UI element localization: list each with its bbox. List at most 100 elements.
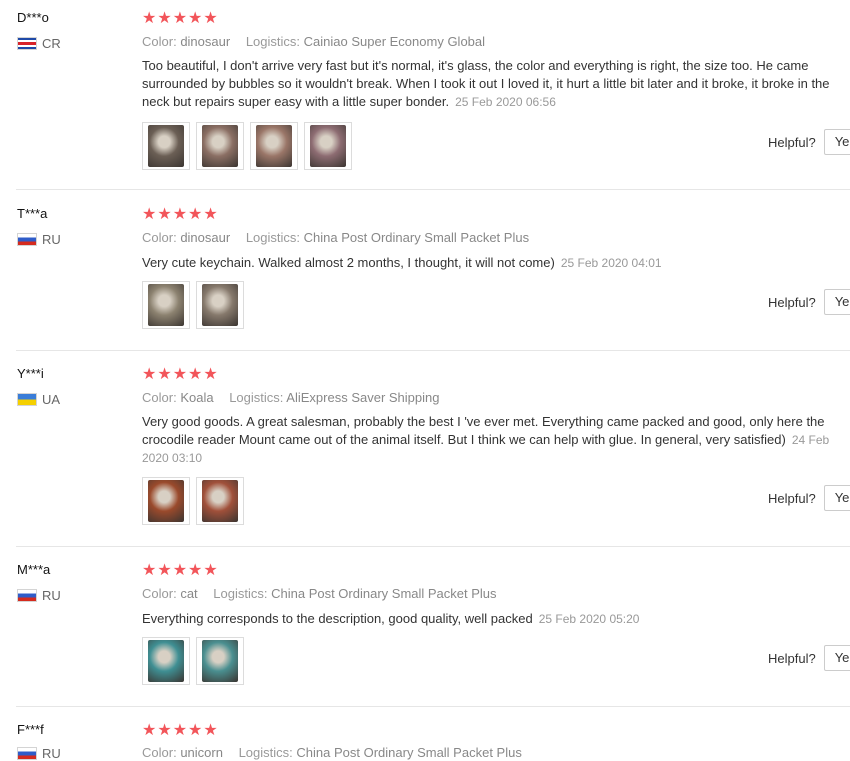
reviewer-name: F***f — [17, 722, 44, 737]
review-photo-thumbnail[interactable] — [196, 281, 244, 329]
star-rating: ★★★★★ — [142, 206, 219, 223]
country-code: RU — [42, 588, 61, 603]
photo-image — [148, 480, 184, 522]
logistics-value: Cainiao Super Economy Global — [303, 34, 486, 49]
color-value: unicorn — [180, 745, 223, 760]
star-rating: ★★★★★ — [142, 722, 219, 739]
helpful-label: Helpful? — [768, 134, 816, 150]
country-flag-icon — [17, 37, 37, 50]
logistics-label: Logistics: — [238, 745, 293, 760]
logistics-value: China Post Ordinary Small Packet Plus — [271, 586, 497, 601]
review-info: Color: dinosaur Logistics: China Post Or… — [142, 230, 541, 245]
review-photo-thumbnail[interactable] — [142, 477, 190, 525]
star-rating: ★★★★★ — [142, 562, 219, 579]
reviewer-country: CR — [17, 36, 61, 51]
reviewer-name: Y***i — [17, 366, 44, 381]
review-date: 25 Feb 2020 05:20 — [538, 612, 640, 626]
helpful-section: Helpful? Ye — [768, 289, 850, 315]
photo-image — [202, 480, 238, 522]
review-photo-thumbnail[interactable] — [196, 637, 244, 685]
country-flag-icon — [17, 589, 37, 602]
reviewer-country: RU — [17, 588, 61, 603]
review-date: 25 Feb 2020 04:01 — [560, 256, 662, 270]
color-label: Color: — [142, 745, 177, 760]
country-code: RU — [42, 232, 61, 247]
review-info: Color: Koala Logistics: AliExpress Saver… — [142, 390, 452, 405]
color-label: Color: — [142, 390, 177, 405]
photo-image — [148, 640, 184, 682]
helpful-label: Helpful? — [768, 490, 816, 506]
review-photo-thumbnail[interactable] — [304, 122, 352, 170]
review-divider — [16, 350, 850, 351]
review-photo-thumbnail[interactable] — [142, 122, 190, 170]
logistics-value: China Post Ordinary Small Packet Plus — [303, 230, 530, 245]
logistics-value: China Post Ordinary Small Packet Plus — [296, 745, 522, 760]
star-rating: ★★★★★ — [142, 366, 219, 383]
photo-image — [202, 284, 238, 326]
review-item: M***a RU ★★★★★ Color: cat Logistics: Chi… — [0, 552, 850, 707]
photo-image — [148, 284, 184, 326]
color-label: Color: — [142, 34, 177, 49]
helpful-yes-button[interactable]: Ye — [823, 645, 850, 671]
review-item: T***a RU ★★★★★ Color: dinosaur Logistics… — [0, 196, 850, 351]
review-photo-thumbnail[interactable] — [250, 122, 298, 170]
logistics-label: Logistics: — [229, 390, 284, 405]
country-flag-icon — [17, 233, 37, 246]
review-body: Very good goods. A great salesman, proba… — [142, 414, 825, 447]
logistics-label: Logistics: — [245, 230, 301, 245]
review-photos — [142, 281, 244, 329]
review-divider — [16, 546, 850, 547]
helpful-section: Helpful? Ye — [768, 129, 850, 155]
color-value: dinosaur — [180, 34, 231, 49]
photo-image — [148, 125, 184, 167]
review-photo-thumbnail[interactable] — [142, 281, 190, 329]
review-item: F***f RU ★★★★★ Color: unicorn Logistics:… — [0, 712, 850, 761]
helpful-yes-button[interactable]: Ye — [823, 289, 850, 315]
reviewer-name: D***o — [17, 10, 49, 25]
review-photos — [142, 637, 244, 685]
review-text: Too beautiful, I don't arrive very fast … — [142, 57, 850, 111]
review-info: Color: cat Logistics: China Post Ordinar… — [142, 586, 509, 601]
color-label: Color: — [142, 586, 177, 601]
reviewer-name: T***a — [17, 206, 48, 221]
review-divider — [16, 706, 850, 707]
review-photo-thumbnail[interactable] — [196, 477, 244, 525]
review-item: D***o CR ★★★★★ Color: dinosaur Logistics… — [0, 0, 850, 190]
color-label: Color: — [142, 230, 177, 245]
reviewer-country: RU — [17, 232, 61, 247]
helpful-section: Helpful? Ye — [768, 485, 850, 511]
country-flag-icon — [17, 393, 37, 406]
color-value: dinosaur — [180, 230, 231, 245]
logistics-value: AliExpress Saver Shipping — [286, 390, 440, 405]
helpful-section: Helpful? Ye — [768, 645, 850, 671]
color-value: Koala — [180, 390, 214, 405]
country-flag-icon — [17, 747, 37, 760]
review-body: Very cute keychain. Walked almost 2 mont… — [142, 255, 555, 270]
review-text: Very cute keychain. Walked almost 2 mont… — [142, 254, 850, 272]
review-divider — [16, 189, 850, 190]
helpful-yes-button[interactable]: Ye — [823, 129, 850, 155]
review-photo-thumbnail[interactable] — [142, 637, 190, 685]
helpful-yes-button[interactable]: Ye — [823, 485, 850, 511]
country-code: CR — [42, 36, 61, 51]
photo-image — [310, 125, 346, 167]
logistics-label: Logistics: — [245, 34, 301, 49]
review-info: Color: unicorn Logistics: China Post Ord… — [142, 745, 534, 760]
review-info: Color: dinosaur Logistics: Cainiao Super… — [142, 34, 497, 49]
review-photos — [142, 477, 244, 525]
star-rating: ★★★★★ — [142, 10, 219, 27]
photo-image — [202, 640, 238, 682]
review-text: Everything corresponds to the descriptio… — [142, 610, 850, 628]
logistics-label: Logistics: — [213, 586, 268, 601]
review-photo-thumbnail[interactable] — [196, 122, 244, 170]
review-date: 25 Feb 2020 06:56 — [455, 95, 556, 109]
reviewer-country: UA — [17, 392, 60, 407]
review-photos — [142, 122, 352, 170]
review-item: Y***i UA ★★★★★ Color: Koala Logistics: A… — [0, 356, 850, 547]
country-code: UA — [42, 392, 61, 407]
photo-image — [256, 125, 292, 167]
color-value: cat — [180, 586, 198, 601]
photo-image — [202, 125, 238, 167]
helpful-label: Helpful? — [768, 650, 816, 666]
review-text: Very good goods. A great salesman, proba… — [142, 413, 850, 467]
